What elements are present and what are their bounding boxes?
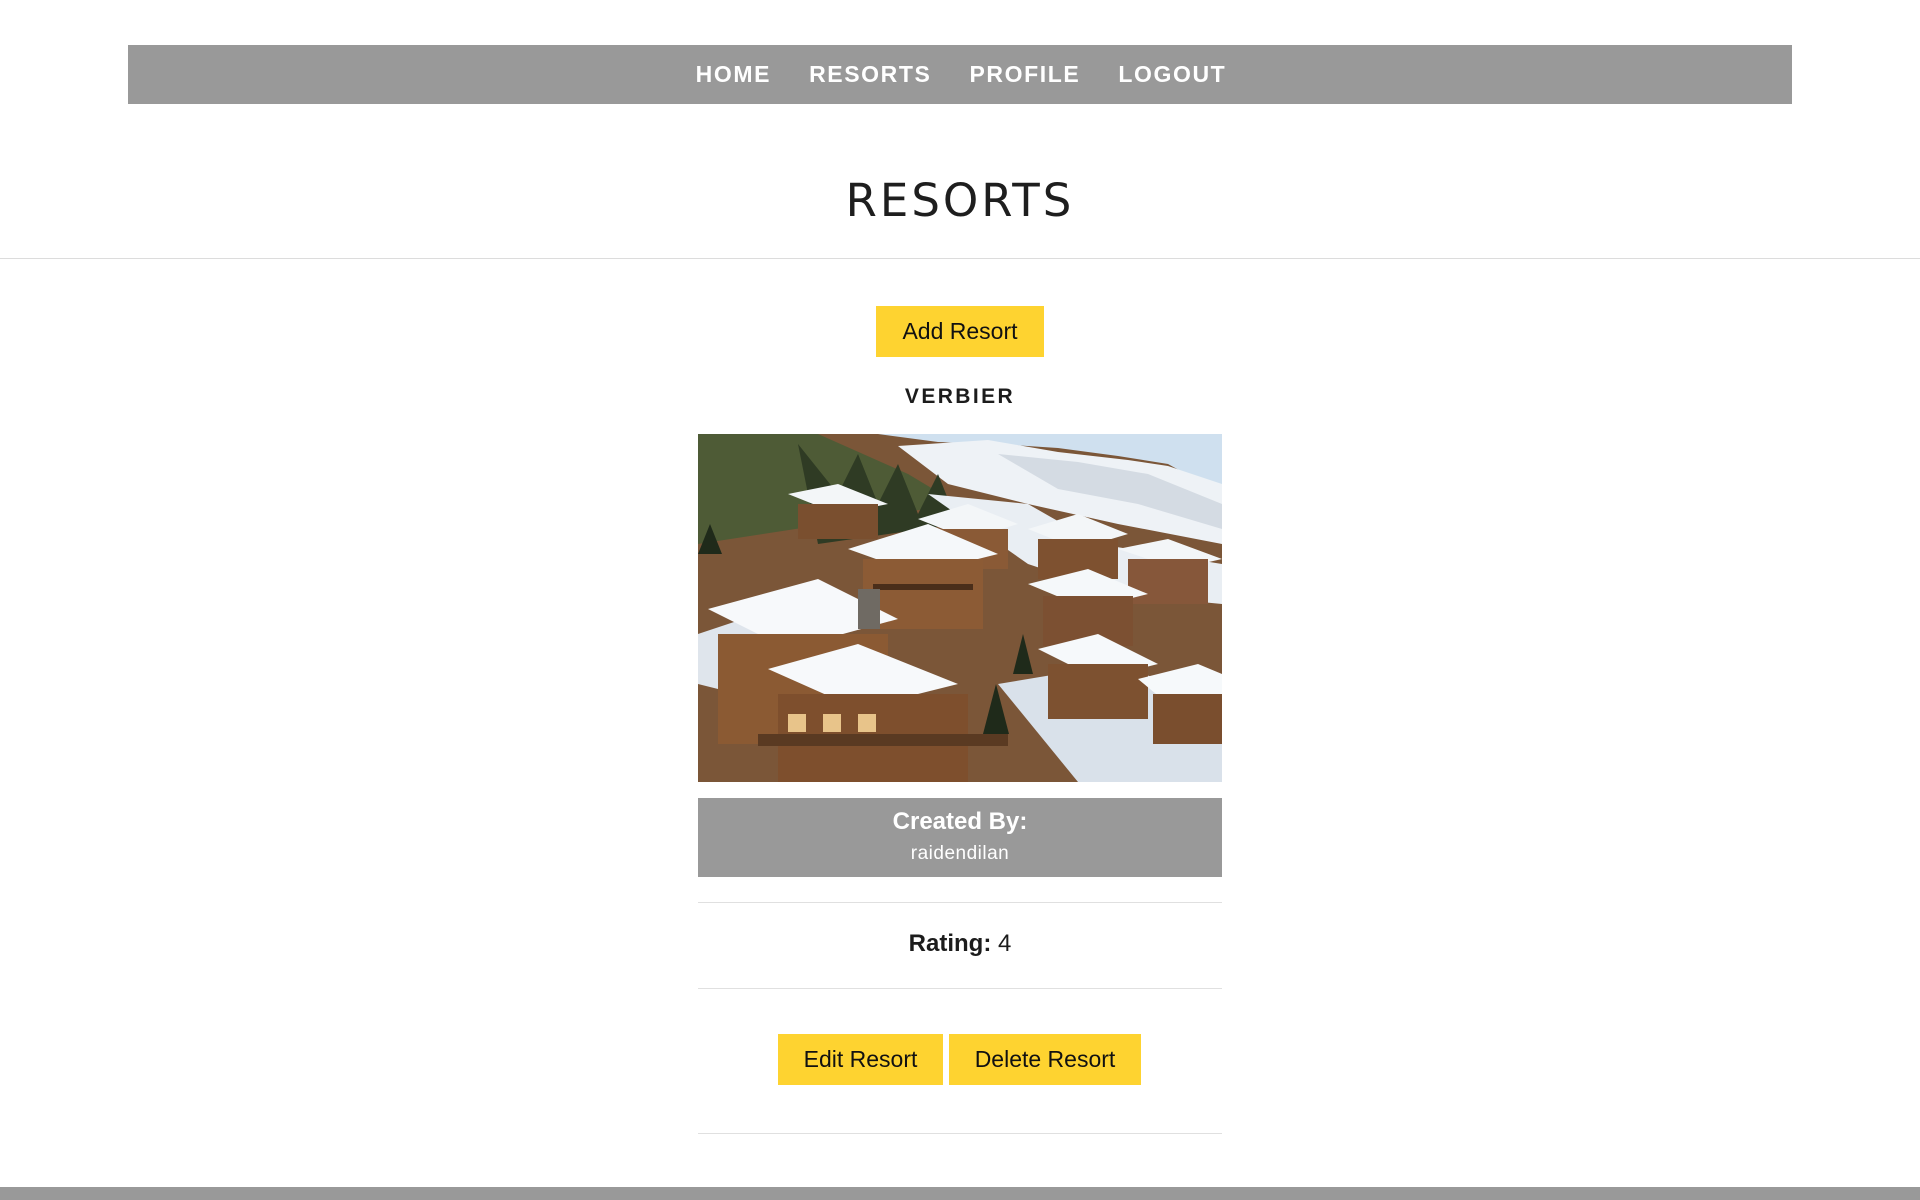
created-by-label: Created By: xyxy=(892,808,1028,835)
nav-logout-link[interactable]: LOGOUT xyxy=(1116,61,1226,88)
add-resort-button[interactable]: Add Resort xyxy=(876,306,1044,357)
footer-bar xyxy=(0,1187,1920,1200)
created-by-box: Created By: raidendilan xyxy=(698,798,1222,877)
page-title: RESORTS xyxy=(845,174,1075,227)
edit-resort-button[interactable]: Edit Resort xyxy=(778,1034,943,1085)
rating-line: Rating: 4 xyxy=(698,930,1222,958)
created-by-username: raidendilan xyxy=(910,843,1010,864)
main-navbar: HOME RESORTS PROFILE LOGOUT xyxy=(128,45,1792,104)
divider xyxy=(698,988,1222,989)
rating-value: 4 xyxy=(997,930,1012,957)
nav-resorts-link[interactable]: RESORTS xyxy=(807,61,931,88)
divider xyxy=(698,1133,1222,1134)
divider xyxy=(698,902,1222,903)
delete-resort-button[interactable]: Delete Resort xyxy=(949,1034,1141,1085)
rating-label: Rating: xyxy=(908,930,992,957)
nav-home-link[interactable]: HOME xyxy=(694,61,771,88)
resort-photo xyxy=(698,434,1222,782)
chalet-village-image xyxy=(698,434,1222,782)
nav-profile-link[interactable]: PROFILE xyxy=(967,61,1080,88)
resort-name: VERBIER xyxy=(904,385,1016,408)
title-divider xyxy=(0,258,1920,259)
